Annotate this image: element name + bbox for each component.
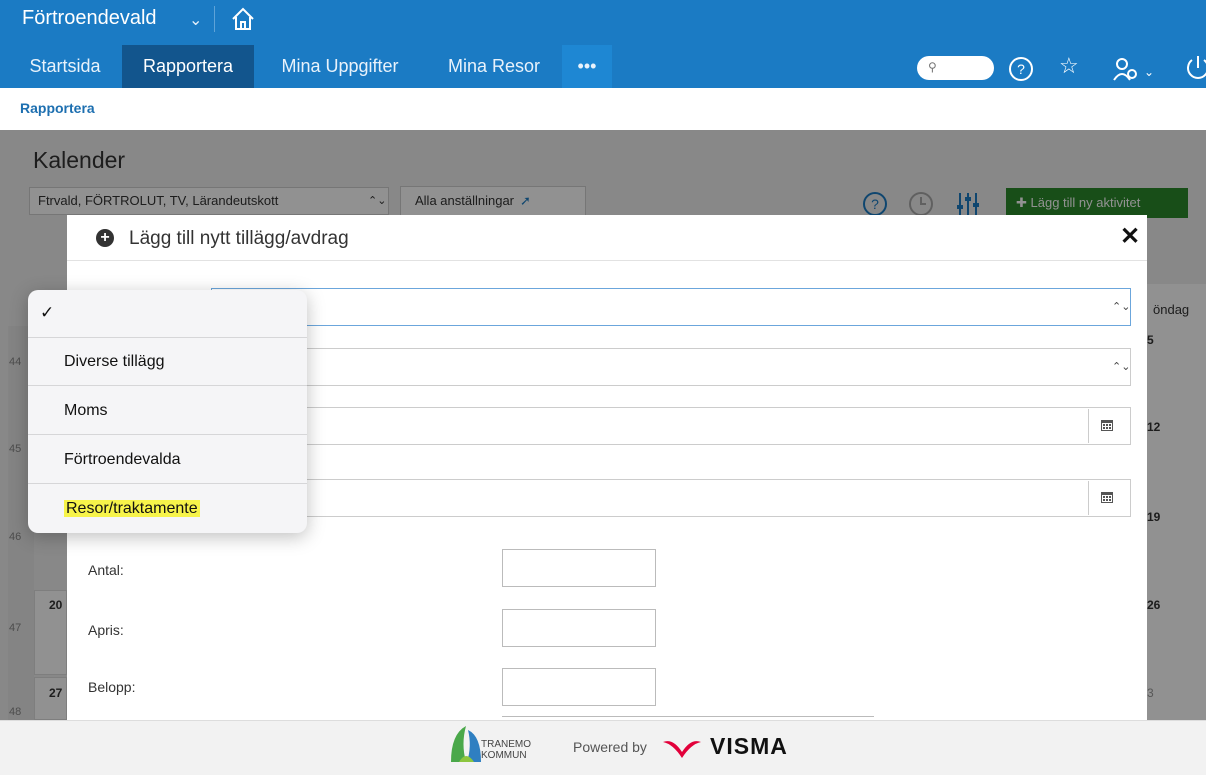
picker-option[interactable]: Moms [28,387,307,435]
modal-title: Lägg till nytt tillägg/avdrag [129,228,349,249]
nav-rapportera[interactable]: Rapportera [122,45,254,88]
checkmark-icon: ✓ [40,303,55,322]
calendar-icon [1101,420,1113,431]
tranemo-logo-icon [451,726,481,762]
tranemo-line2: KOMMUN [481,750,527,761]
tranemo-wordmark: TRANEMO KOMMUN [481,739,531,761]
chevron-down-icon[interactable]: ⌄ [189,10,202,30]
picker-option[interactable]: Diverse tillägg [28,338,307,386]
tranemo-line1: TRANEMO [481,739,531,750]
svg-text:?: ? [1017,61,1025,77]
breadcrumb-current[interactable]: Rapportera [20,100,95,116]
apris-label: Apris: [88,622,124,638]
belopp-label: Belopp: [88,679,136,695]
app-title[interactable]: Förtroendevald [22,7,157,30]
breadcrumb [0,88,1206,130]
user-settings-icon[interactable]: ⌄ [1112,56,1152,82]
antal-input[interactable] [502,549,656,587]
picker-option-highlighted[interactable]: Resor/traktamente [28,485,307,533]
nav-more-button[interactable]: ••• [562,45,612,88]
visma-wordmark: VISMA [710,733,788,759]
plus-circle-icon: + [96,229,114,247]
date-from-input[interactable] [300,407,1131,445]
picker-option-empty[interactable] [28,290,307,338]
close-icon[interactable]: ✕ [1120,222,1140,251]
powered-by-text: Powered by [573,739,647,755]
home-icon[interactable] [230,6,256,32]
type-select[interactable] [211,288,1131,326]
picker-option-label: Resor/traktamente [64,500,200,517]
picker-option[interactable]: Förtroendevalda [28,436,307,484]
select-caret-icon: ⌃⌄ [1112,301,1131,313]
nav-startsida[interactable]: Startsida [8,45,122,88]
search-icon: ⚲ [928,60,937,74]
svg-text:⌄: ⌄ [1144,65,1152,79]
power-icon[interactable] [1186,54,1206,82]
belopp-input[interactable] [502,668,656,706]
star-icon[interactable]: ☆ [1059,53,1079,79]
visma-logo-icon [663,741,701,758]
select-caret-icon: ⌃⌄ [1112,361,1131,373]
apris-input[interactable] [502,609,656,647]
category-select[interactable] [300,348,1131,386]
calendar-icon [1101,492,1113,503]
date-to-input[interactable] [300,479,1131,517]
nav-mina-resor[interactable]: Mina Resor [426,45,562,88]
antal-label: Antal: [88,562,124,578]
help-icon[interactable]: ? [1008,56,1034,82]
divider [214,6,215,32]
nav-mina-uppgifter[interactable]: Mina Uppgifter [256,45,424,88]
